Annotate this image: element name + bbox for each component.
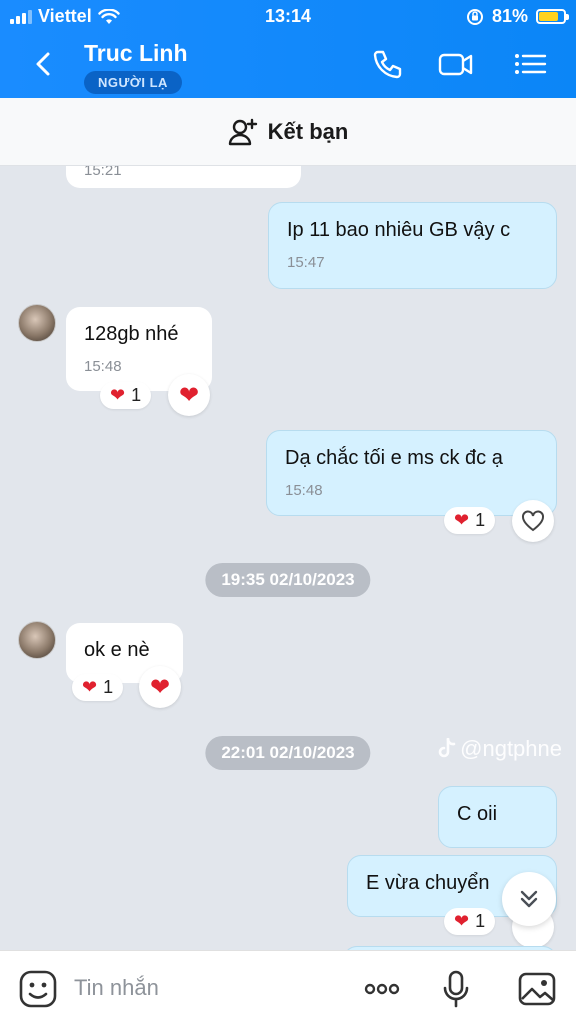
scroll-to-bottom-button[interactable] <box>502 872 556 926</box>
heart-filled-icon: ❤ <box>149 673 171 701</box>
stranger-badge: NGƯỜI LẠ <box>84 71 182 94</box>
add-friend-button[interactable]: Kết bạn <box>0 98 576 166</box>
message-time: 15:48 <box>285 482 323 499</box>
microphone-icon[interactable] <box>436 969 476 1009</box>
message-text: 128gb nhé <box>84 323 179 345</box>
heart-reaction-button[interactable] <box>512 500 554 542</box>
reaction-number: 1 <box>475 911 486 931</box>
message-text: C oii <box>457 803 498 825</box>
message-bubble-outgoing[interactable]: Dạ chắc tối e ms ck đc ạ 15:48 <box>266 430 557 516</box>
reaction-number: 1 <box>103 677 114 697</box>
heart-icon: ❤ <box>454 510 470 530</box>
message-time: 15:21 <box>84 166 122 179</box>
contact-avatar[interactable] <box>18 621 56 659</box>
reaction-count[interactable]: ❤ 1 <box>72 674 124 701</box>
rotation-lock-icon <box>466 8 483 25</box>
message-input[interactable]: Tin nhắn <box>74 975 159 1001</box>
status-bar: Viettel 13:14 81% <box>0 0 576 32</box>
tiktok-watermark: @ngtphne <box>438 736 562 762</box>
heart-icon: ❤ <box>82 677 98 697</box>
watermark-handle: @ngtphne <box>460 736 562 761</box>
reaction-count[interactable]: ❤ 1 <box>444 908 496 935</box>
heart-icon: ❤ <box>110 385 126 405</box>
sticker-emoji-icon[interactable] <box>18 969 58 1009</box>
add-user-icon <box>228 118 257 145</box>
add-friend-label: Kết bạn <box>267 118 349 144</box>
message-text: Ip 11 bao nhiêu GB vậy c <box>287 219 511 241</box>
message-list[interactable]: 15:21 Ip 11 bao nhiêu GB vậy c 15:47 128… <box>0 166 576 950</box>
reaction-number: 1 <box>131 385 142 405</box>
double-chevron-down-icon <box>520 890 538 908</box>
message-time: 15:48 <box>84 358 122 375</box>
message-bubble-outgoing[interactable]: Ip 11 bao nhiêu GB vậy c 15:47 <box>268 202 557 289</box>
reaction-count[interactable]: ❤ 1 <box>444 507 496 534</box>
heart-filled-icon: ❤ <box>178 381 200 409</box>
composer-bar: Tin nhắn <box>0 950 576 1024</box>
message-bubble-outgoing[interactable]: C oii <box>438 786 557 848</box>
contact-avatar[interactable] <box>18 304 56 342</box>
heart-reaction-button[interactable]: ❤ <box>168 374 210 416</box>
heart-reaction-button[interactable]: ❤ <box>139 666 181 708</box>
video-call-icon[interactable] <box>438 48 474 80</box>
message-text: Dạ chắc tối e ms ck đc ạ <box>285 447 503 469</box>
message-text: ok e nè <box>84 639 150 661</box>
date-stamp: 19:35 02/10/2023 <box>205 563 371 597</box>
phone-call-icon[interactable] <box>370 48 406 80</box>
chat-header: Viettel 13:14 81% Truc Linh NGƯỜI LẠ <box>0 0 576 98</box>
back-arrow-icon[interactable] <box>30 50 58 78</box>
contact-name[interactable]: Truc Linh <box>84 40 188 67</box>
date-stamp: 22:01 02/10/2023 <box>205 736 371 770</box>
reaction-count[interactable]: ❤ 1 <box>100 382 152 409</box>
menu-list-icon[interactable] <box>512 48 548 80</box>
message-bubble-incoming[interactable]: 15:21 <box>66 166 301 188</box>
battery-percent: 81% <box>491 6 528 26</box>
heart-icon: ❤ <box>454 911 470 931</box>
heart-outline-icon <box>522 510 544 532</box>
message-time: 15:47 <box>287 254 325 271</box>
image-gallery-icon[interactable] <box>517 969 557 1009</box>
reaction-number: 1 <box>475 510 486 530</box>
more-options-icon[interactable] <box>362 969 402 1009</box>
tiktok-icon <box>438 738 456 758</box>
battery-icon <box>536 9 569 24</box>
